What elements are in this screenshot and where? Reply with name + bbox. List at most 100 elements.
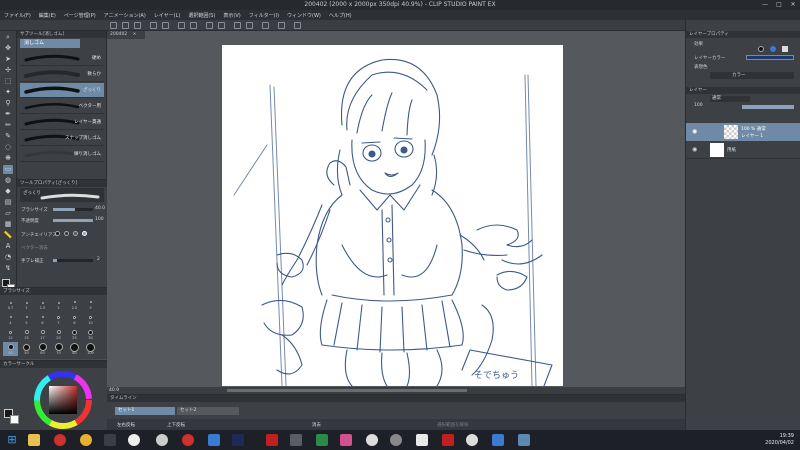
pen-tool-icon[interactable]: ✒ [3, 110, 13, 119]
auto-select-tool-icon[interactable]: ✦ [3, 88, 13, 97]
open-file-icon[interactable] [122, 22, 129, 29]
airbrush-tool-icon[interactable]: ◌ [3, 143, 13, 152]
deselect-icon[interactable] [206, 22, 213, 29]
brush-size-cell[interactable]: 50 [19, 342, 34, 356]
gradient-tool-icon[interactable]: ▤ [3, 198, 13, 207]
canvas-paper[interactable]: そでちゅう [222, 45, 563, 387]
clip-studio-icon[interactable] [128, 434, 140, 446]
new-file-icon[interactable] [110, 22, 117, 29]
chrome-icon[interactable] [80, 434, 92, 446]
opacity-slider[interactable] [53, 219, 93, 222]
brush-size-cell[interactable]: 2 [51, 297, 66, 311]
invert-selection-icon[interactable] [218, 22, 225, 29]
text-tool-icon[interactable]: A [3, 242, 13, 251]
brush-size-cell[interactable]: 20 [51, 327, 66, 341]
explorer-icon[interactable] [28, 434, 40, 446]
figure-tool-icon[interactable]: ▱ [3, 209, 13, 218]
app-pink-icon[interactable] [340, 434, 352, 446]
menu-selection[interactable]: 選択範囲(S) [188, 12, 215, 19]
stabilization-slider[interactable] [53, 259, 93, 262]
effect-circle-icon[interactable] [758, 46, 764, 52]
redo-icon[interactable] [162, 22, 169, 29]
brush-item[interactable]: 軟らか [20, 67, 104, 82]
opera-icon[interactable] [54, 434, 66, 446]
brush-size-cell[interactable]: 2.5 [67, 297, 82, 311]
blend-mode-select[interactable]: 通常 [710, 96, 750, 102]
menu-animation[interactable]: アニメーション(A) [104, 12, 146, 19]
brush-size-cell[interactable]: 10 [83, 312, 98, 326]
operation-tool-icon[interactable]: ➤ [3, 55, 13, 64]
brush-size-cell[interactable]: 100 [83, 342, 98, 356]
document-tab[interactable]: 200402 × [107, 31, 145, 39]
expression-color-select[interactable]: カラー [710, 72, 794, 79]
taskbar-clock[interactable]: 19:39 2020/04/02 [765, 433, 794, 447]
clear-button[interactable]: 消去 [312, 422, 321, 428]
color-wheel[interactable] [33, 370, 93, 430]
brush-size-cell[interactable]: 15 [19, 327, 34, 341]
brush-size-cell[interactable]: 40 [3, 342, 18, 356]
brush-size-slider[interactable] [53, 208, 93, 211]
app-red-icon[interactable] [266, 434, 278, 446]
eyedropper-tool-icon[interactable]: ⚲ [3, 99, 13, 108]
brush-item-selected[interactable]: ざっくり [20, 83, 104, 98]
clip-studio-icon[interactable] [294, 22, 301, 29]
brush-size-cell[interactable]: 70 [51, 342, 66, 356]
brush-size-cell[interactable]: 3 [83, 297, 98, 311]
clear-icon[interactable] [178, 22, 185, 29]
timeline-track-2[interactable]: セット2 [177, 407, 239, 415]
obs-icon[interactable] [390, 434, 402, 446]
ruler-tool-icon[interactable]: 📏 [3, 231, 13, 240]
record-app-icon[interactable] [182, 434, 194, 446]
app-blue2-icon[interactable] [518, 434, 530, 446]
layer-move-tool-icon[interactable]: ✢ [3, 66, 13, 75]
brush-size-cell[interactable]: 80 [67, 342, 82, 356]
save-icon[interactable] [134, 22, 141, 29]
effect-square-icon[interactable] [782, 46, 788, 52]
vector-erase-label[interactable]: ベクター消去 [21, 245, 48, 251]
stabilization-value[interactable]: 2 [97, 257, 100, 262]
windows-start-icon[interactable]: ⊞ [6, 434, 18, 446]
antialias-medium[interactable] [73, 231, 78, 236]
antialias-strong[interactable] [82, 231, 87, 236]
deselect-button[interactable]: 選択範囲を解除 [437, 422, 469, 428]
zoom-tool-icon[interactable]: ⌕ [3, 33, 13, 42]
zoom-value[interactable]: 40.9 [109, 388, 119, 393]
decoration-tool-icon[interactable]: ❋ [3, 154, 13, 163]
close-button[interactable]: ✕ [786, 0, 800, 10]
eraser-tool-icon[interactable]: ▭ [3, 165, 13, 174]
menu-window[interactable]: ウィンドウ(W) [287, 12, 321, 19]
antialias-weak[interactable] [64, 231, 69, 236]
brush-tool-icon[interactable]: ✎ [3, 132, 13, 141]
photoshop-icon[interactable] [232, 434, 244, 446]
clip-studio-paint-icon[interactable] [156, 434, 168, 446]
companion-icon[interactable] [262, 22, 269, 29]
app-circle-icon[interactable] [466, 434, 478, 446]
menu-help[interactable]: ヘルプ(H) [329, 12, 352, 19]
brush-size-cell[interactable]: 0.7 [3, 297, 18, 311]
brush-size-cell[interactable]: 17 [35, 327, 50, 341]
edge-icon[interactable] [208, 434, 220, 446]
maximize-button[interactable]: □ [772, 0, 786, 10]
app-headphone-icon[interactable] [366, 434, 378, 446]
brush-size-cell[interactable]: 5 [19, 312, 34, 326]
layer-opacity-slider[interactable] [742, 105, 794, 109]
app-grey-icon[interactable] [290, 434, 302, 446]
brush-size-cell[interactable]: 1.5 [35, 297, 50, 311]
app-icon[interactable] [104, 434, 116, 446]
effect-blue-icon[interactable] [770, 46, 776, 52]
menu-file[interactable]: ファイル(F) [4, 12, 31, 19]
brush-size-cell[interactable]: 12 [3, 327, 18, 341]
frame-tool-icon[interactable]: ▦ [3, 220, 13, 229]
brush-item[interactable]: スナップ消しゴム [20, 131, 104, 146]
fill-tool-icon[interactable]: ◆ [3, 187, 13, 196]
layer-opacity-value[interactable]: 100 [694, 103, 703, 108]
pencil-tool-icon[interactable]: ✏ [3, 121, 13, 130]
app-white-icon[interactable] [416, 434, 428, 446]
layer-row[interactable]: ◉ 用紙 [686, 141, 800, 159]
correct-line-tool-icon[interactable]: ↯ [3, 264, 13, 273]
ruler-icon[interactable] [246, 22, 253, 29]
app-tag-icon[interactable] [442, 434, 454, 446]
brush-size-cell[interactable]: 8 [67, 312, 82, 326]
antialias-none[interactable] [55, 231, 60, 236]
transform-icon[interactable] [190, 22, 197, 29]
